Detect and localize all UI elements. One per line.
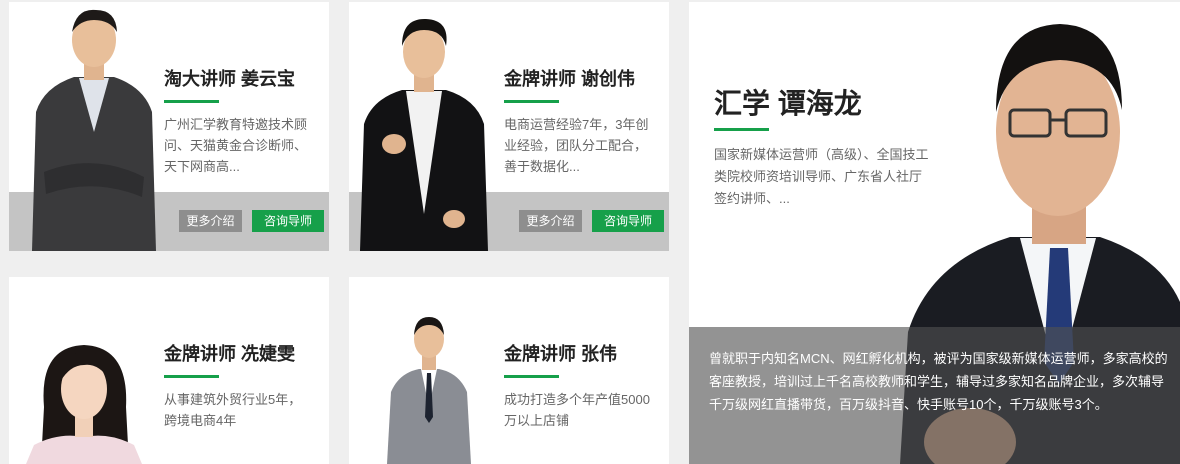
lecturer-description: 从事建筑外贸行业5年，跨境电商4年	[164, 392, 302, 428]
lecturer-name: 淘大讲师 姜云宝	[164, 69, 296, 89]
consult-tutor-button[interactable]: 咨询导师	[252, 210, 324, 232]
lecturer-card-1[interactable]: 淘大讲师 姜云宝 广州汇学教育特邀技术顾问、天猫黄金合诊断师、天下网商高... …	[9, 2, 329, 251]
lecturer-photo	[387, 317, 471, 464]
lecturer-photo	[32, 9, 156, 251]
lecturer-card-2[interactable]: 金牌讲师 谢创伟 电商运营经验7年，3年创业经验，团队分工配合，善于数据化...…	[349, 2, 669, 251]
accent-bar	[504, 375, 559, 378]
featured-lecturer-name: 汇学 谭海龙	[714, 88, 862, 119]
featured-overlay-text: 曾就职于内知名MCN、网红孵化机构，被评为国家级新媒体运营师，多家高校的客座教授…	[709, 351, 1168, 412]
accent-bar	[164, 100, 219, 103]
featured-lecturer-card[interactable]: 汇学 谭海龙 国家新媒体运营师（高级）、全国技工类院校师资培训导师、广东省人社厅…	[689, 2, 1180, 464]
lecturer-card-4[interactable]: 金牌讲师 张伟 成功打造多个年产值5000万以上店铺	[349, 277, 669, 464]
lecturer-description: 电商运营经验7年，3年创业经验，团队分工配合，善于数据化...	[504, 117, 649, 174]
more-info-button[interactable]: 更多介绍	[519, 210, 582, 232]
accent-bar	[504, 100, 559, 103]
lecturer-name: 金牌讲师 谢创伟	[504, 69, 636, 89]
featured-lecturer-description: 国家新媒体运营师（高级）、全国技工类院校师资培训导师、广东省人社厅签约讲师、..…	[714, 147, 929, 206]
more-info-button[interactable]: 更多介绍	[179, 210, 242, 232]
consult-tutor-button[interactable]: 咨询导师	[592, 210, 664, 232]
lecturer-name: 金牌讲师 张伟	[504, 344, 618, 364]
lecturer-description: 广州汇学教育特邀技术顾问、天猫黄金合诊断师、天下网商高...	[164, 117, 308, 174]
accent-bar	[164, 375, 219, 378]
accent-bar	[714, 128, 769, 131]
lecturer-photo	[26, 345, 142, 464]
lecturer-card-3[interactable]: 金牌讲师 冼婕雯 从事建筑外贸行业5年，跨境电商4年	[9, 277, 329, 464]
lecturer-photo	[360, 18, 488, 251]
lecturer-name: 金牌讲师 冼婕雯	[164, 344, 296, 364]
lecturer-description: 成功打造多个年产值5000万以上店铺	[504, 392, 650, 428]
